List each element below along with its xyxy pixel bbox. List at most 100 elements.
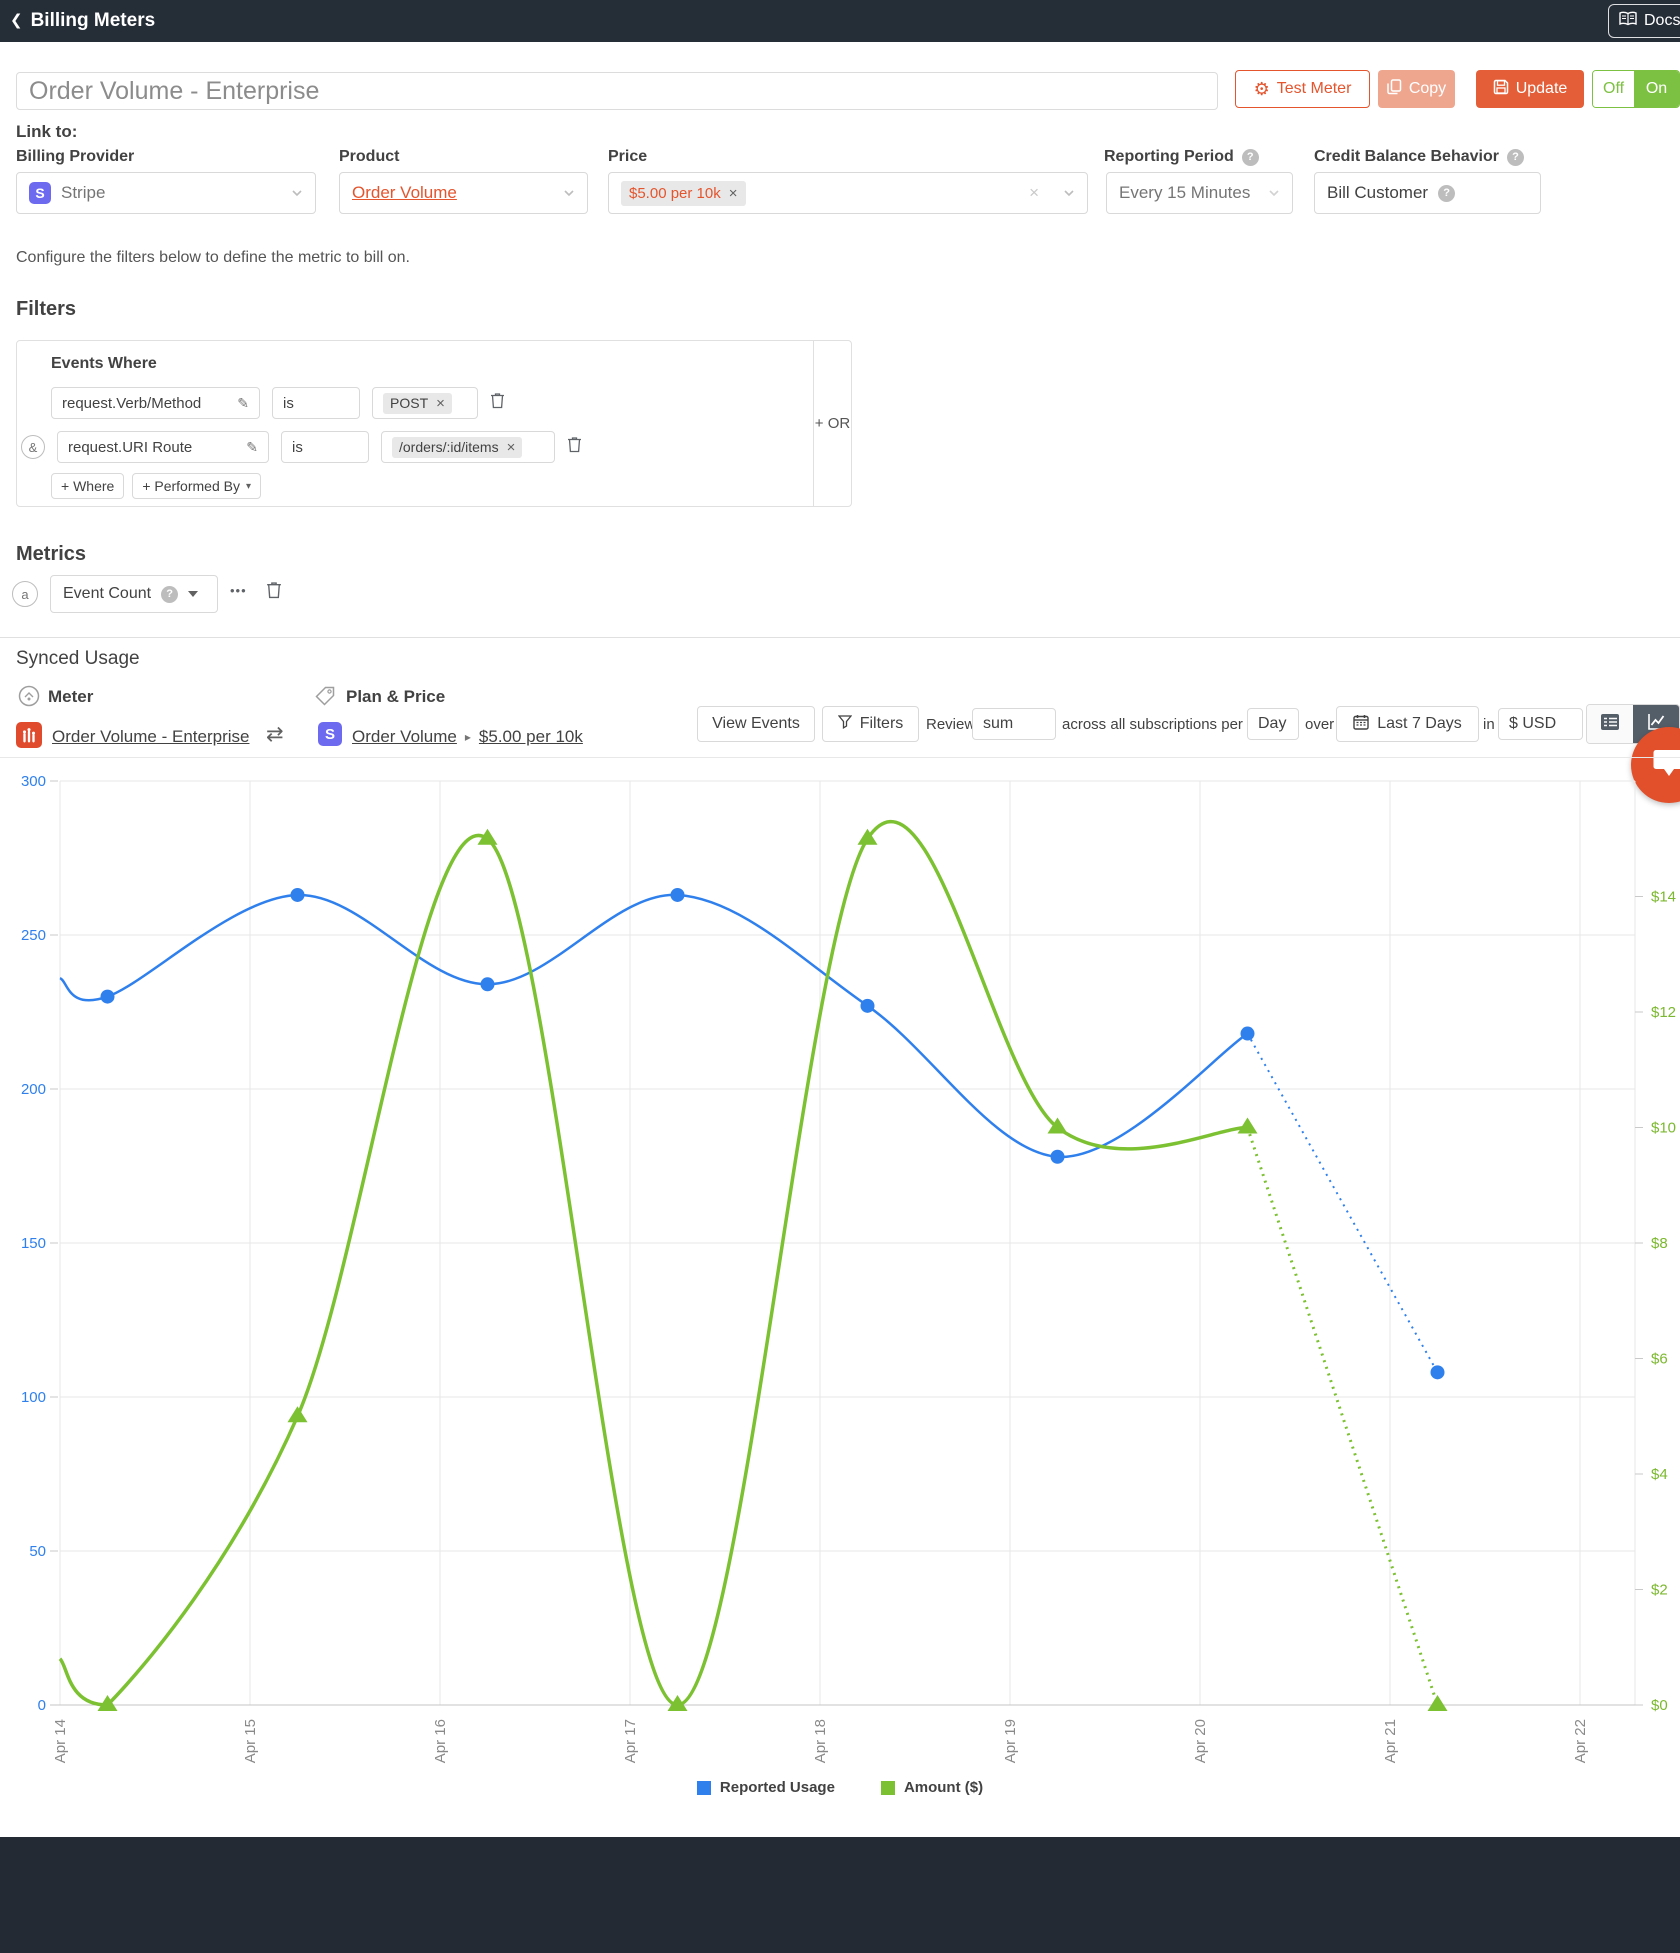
legend-item-reported-usage[interactable]: Reported Usage [697,1779,835,1796]
filter-row: & request.URI Route ✎ is /orders/:id/ite… [21,431,582,463]
clear-icon[interactable]: × [1029,183,1039,203]
over-label: over [1305,716,1334,733]
svg-text:150: 150 [21,1235,46,1252]
add-performed-by-label: + Performed By [142,478,240,494]
product-select[interactable]: Order Volume [339,172,588,214]
meter-link[interactable]: Order Volume - Enterprise [52,727,249,747]
svg-text:Apr 20: Apr 20 [1192,1719,1209,1763]
filter-operator-select[interactable]: is [272,387,360,419]
review-label: Review [926,716,975,733]
meter-status-toggle: Off On [1592,70,1680,108]
filter-field-select[interactable]: request.URI Route ✎ [57,431,269,463]
swap-icon[interactable]: ⇄ [266,722,284,747]
test-meter-button[interactable]: ⚙ Test Meter [1235,70,1370,108]
table-view-button[interactable] [1587,705,1633,743]
filters-button[interactable]: Filters [822,706,919,742]
chart-canvas[interactable]: Apr 14Apr 15Apr 16Apr 17Apr 18Apr 19Apr … [0,760,1680,1790]
toggle-off[interactable]: Off [1593,71,1634,107]
usage-chart[interactable]: Apr 14Apr 15Apr 16Apr 17Apr 18Apr 19Apr … [0,760,1680,1830]
view-events-button[interactable]: View Events [697,706,815,742]
aggregation-input[interactable] [972,708,1056,740]
currency-select[interactable]: $ USD [1498,708,1583,740]
credit-balance-select[interactable]: Bill Customer ? [1314,172,1541,214]
plan-price-links: Order Volume ▸ $5.00 per 10k [352,727,583,747]
docs-label: Docs [1644,12,1680,30]
gear-icon: ⚙ [1254,80,1270,98]
plan-product-link[interactable]: Order Volume [352,727,457,747]
update-button[interactable]: Update [1476,70,1584,108]
and-badge: & [21,435,45,459]
billing-provider-value: Stripe [61,183,105,203]
legend-label: Reported Usage [720,1779,835,1796]
svg-text:Apr 15: Apr 15 [242,1719,259,1763]
filters-button-label: Filters [860,715,904,733]
svg-text:Apr 18: Apr 18 [812,1719,829,1763]
add-or-label: + OR [815,415,850,432]
help-icon[interactable]: ? [1242,149,1259,166]
trash-icon[interactable] [490,392,505,414]
add-or-button[interactable]: + OR [813,341,851,506]
help-icon[interactable]: ? [1507,149,1524,166]
plan-price-column-label: Plan & Price [346,687,445,707]
stripe-icon: S [29,182,51,204]
copy-label: Copy [1409,80,1446,98]
date-range-label: Last 7 Days [1377,715,1461,733]
svg-text:$2: $2 [1651,1582,1668,1599]
copy-button[interactable]: Copy [1378,70,1455,108]
period-select[interactable]: Day [1247,708,1299,740]
page-title: Billing Meters [31,10,156,32]
metrics-heading: Metrics [16,543,86,566]
svg-text:Apr 14: Apr 14 [52,1719,69,1763]
chevron-down-icon [1063,187,1075,199]
trash-icon[interactable] [266,581,282,604]
product-label: Product [339,148,399,166]
add-where-button[interactable]: + Where [51,473,124,499]
legend-item-amount[interactable]: Amount ($) [881,1779,983,1796]
reporting-period-select[interactable]: Every 15 Minutes [1106,172,1293,214]
remove-value-icon[interactable]: × [436,395,445,412]
pencil-icon[interactable]: ✎ [237,395,249,412]
product-value-link[interactable]: Order Volume [352,183,457,203]
remove-price-icon[interactable]: × [729,185,738,202]
filter-field-value: request.URI Route [68,439,192,456]
funnel-icon [838,715,852,734]
filter-field-value: request.Verb/Method [62,395,201,412]
metric-select[interactable]: Event Count ? [50,575,218,613]
help-icon[interactable]: ? [1438,185,1455,202]
reporting-period-value: Every 15 Minutes [1119,183,1250,203]
filter-value-box[interactable]: /orders/:id/items × [381,431,555,463]
add-performed-by-button[interactable]: + Performed By ▾ [132,473,261,499]
gauge-icon [18,685,40,712]
currency-value: $ USD [1509,715,1556,733]
filter-field-select[interactable]: request.Verb/Method ✎ [51,387,260,419]
toggle-on[interactable]: On [1634,71,1679,107]
docs-button[interactable]: Docs [1608,4,1680,38]
billing-provider-label: Billing Provider [16,148,134,166]
price-chip[interactable]: $5.00 per 10k × [621,181,746,206]
plan-price-link[interactable]: $5.00 per 10k [479,727,583,747]
filter-group: + OR Events Where request.Verb/Method ✎ … [16,340,852,507]
filter-value-box[interactable]: POST × [372,387,478,419]
date-range-button[interactable]: Last 7 Days [1336,706,1479,742]
chevron-down-icon [1268,187,1280,199]
legend-label: Amount ($) [904,1779,983,1796]
more-options-button[interactable]: ••• [230,583,247,598]
legend-swatch-blue [697,1781,711,1795]
chevron-down-icon [563,187,575,199]
pencil-icon[interactable]: ✎ [246,439,258,456]
svg-text:$6: $6 [1651,1351,1668,1368]
filter-row: request.Verb/Method ✎ is POST × [51,387,505,419]
back-button[interactable]: ❮ Billing Meters [10,9,155,33]
price-select[interactable]: $5.00 per 10k × × [608,172,1088,214]
filter-value-chip[interactable]: POST × [383,393,452,414]
filter-value-chip[interactable]: /orders/:id/items × [392,437,522,458]
filter-operator-select[interactable]: is [281,431,369,463]
help-icon[interactable]: ? [161,586,178,603]
svg-text:Apr 17: Apr 17 [622,1719,639,1763]
meter-name-input[interactable] [16,72,1218,110]
remove-value-icon[interactable]: × [507,439,516,456]
book-icon [1619,11,1637,31]
svg-text:Apr 21: Apr 21 [1382,1719,1399,1763]
trash-icon[interactable] [567,436,582,458]
billing-provider-select[interactable]: S Stripe [16,172,316,214]
